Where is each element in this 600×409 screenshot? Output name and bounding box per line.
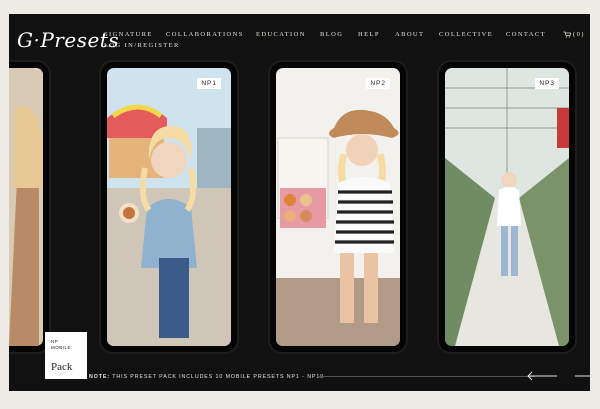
arrow-right-icon[interactable] — [575, 371, 590, 381]
nav-item-blog[interactable]: BLOG — [320, 31, 343, 38]
nav-item-contact[interactable]: CONTACT — [506, 31, 546, 38]
slider-track — [319, 376, 535, 377]
nav-item-help[interactable]: HELP — [358, 31, 380, 38]
preset-badge-np1: NP1 — [197, 78, 221, 89]
preset-photo-np2 — [276, 68, 400, 346]
nav-item-signature[interactable]: SIGNATURE — [104, 31, 153, 38]
phone-mockup-np3[interactable]: NP3 — [439, 62, 575, 352]
nav-item-collaborations[interactable]: COLLABORATIONS — [166, 31, 244, 38]
pack-card: NP MOBILE Pack — [45, 332, 87, 379]
phone-mockup-np2[interactable]: NP2 — [270, 62, 406, 352]
product-slider-frame: G·Presets SIGNATURE COLLABORATIONS EDUCA… — [9, 14, 590, 391]
pack-card-line: MOBILE — [51, 345, 72, 350]
cart-count: (0) — [573, 31, 585, 38]
note-text: THIS PRESET PACK INCLUDES 10 MOBILE PRES… — [112, 374, 325, 380]
nav-item-about[interactable]: ABOUT — [395, 31, 424, 38]
preset-badge-np2: NP2 — [366, 78, 390, 89]
login-register-link[interactable]: LOG IN/REGISTER — [104, 42, 180, 49]
nav-item-collective[interactable]: COLLECTIVE — [439, 31, 493, 38]
pack-note: NOTE: THIS PRESET PACK INCLUDES 10 MOBIL… — [89, 374, 324, 380]
note-label: NOTE: — [89, 374, 110, 380]
cart-link[interactable]: (0) — [563, 31, 585, 38]
phone-mockup-np1[interactable]: NP1 — [101, 62, 237, 352]
phone-screen: NP1 — [107, 68, 231, 346]
nav-item-education[interactable]: EDUCATION — [256, 31, 306, 38]
phone-screen — [9, 68, 43, 346]
phone-mockup-partial-left[interactable] — [9, 62, 49, 352]
preset-badge-np3: NP3 — [535, 78, 559, 89]
phone-screen: NP2 — [276, 68, 400, 346]
preset-photo-np1 — [107, 68, 231, 346]
phone-screen: NP3 — [445, 68, 569, 346]
cart-icon — [563, 31, 571, 38]
preset-photo-partial-left — [9, 68, 43, 346]
pack-card-subtitle: NP MOBILE — [51, 339, 71, 351]
pack-card-title: Pack — [51, 361, 73, 373]
arrow-left-icon[interactable] — [526, 371, 558, 381]
preset-photo-np3 — [445, 68, 569, 346]
